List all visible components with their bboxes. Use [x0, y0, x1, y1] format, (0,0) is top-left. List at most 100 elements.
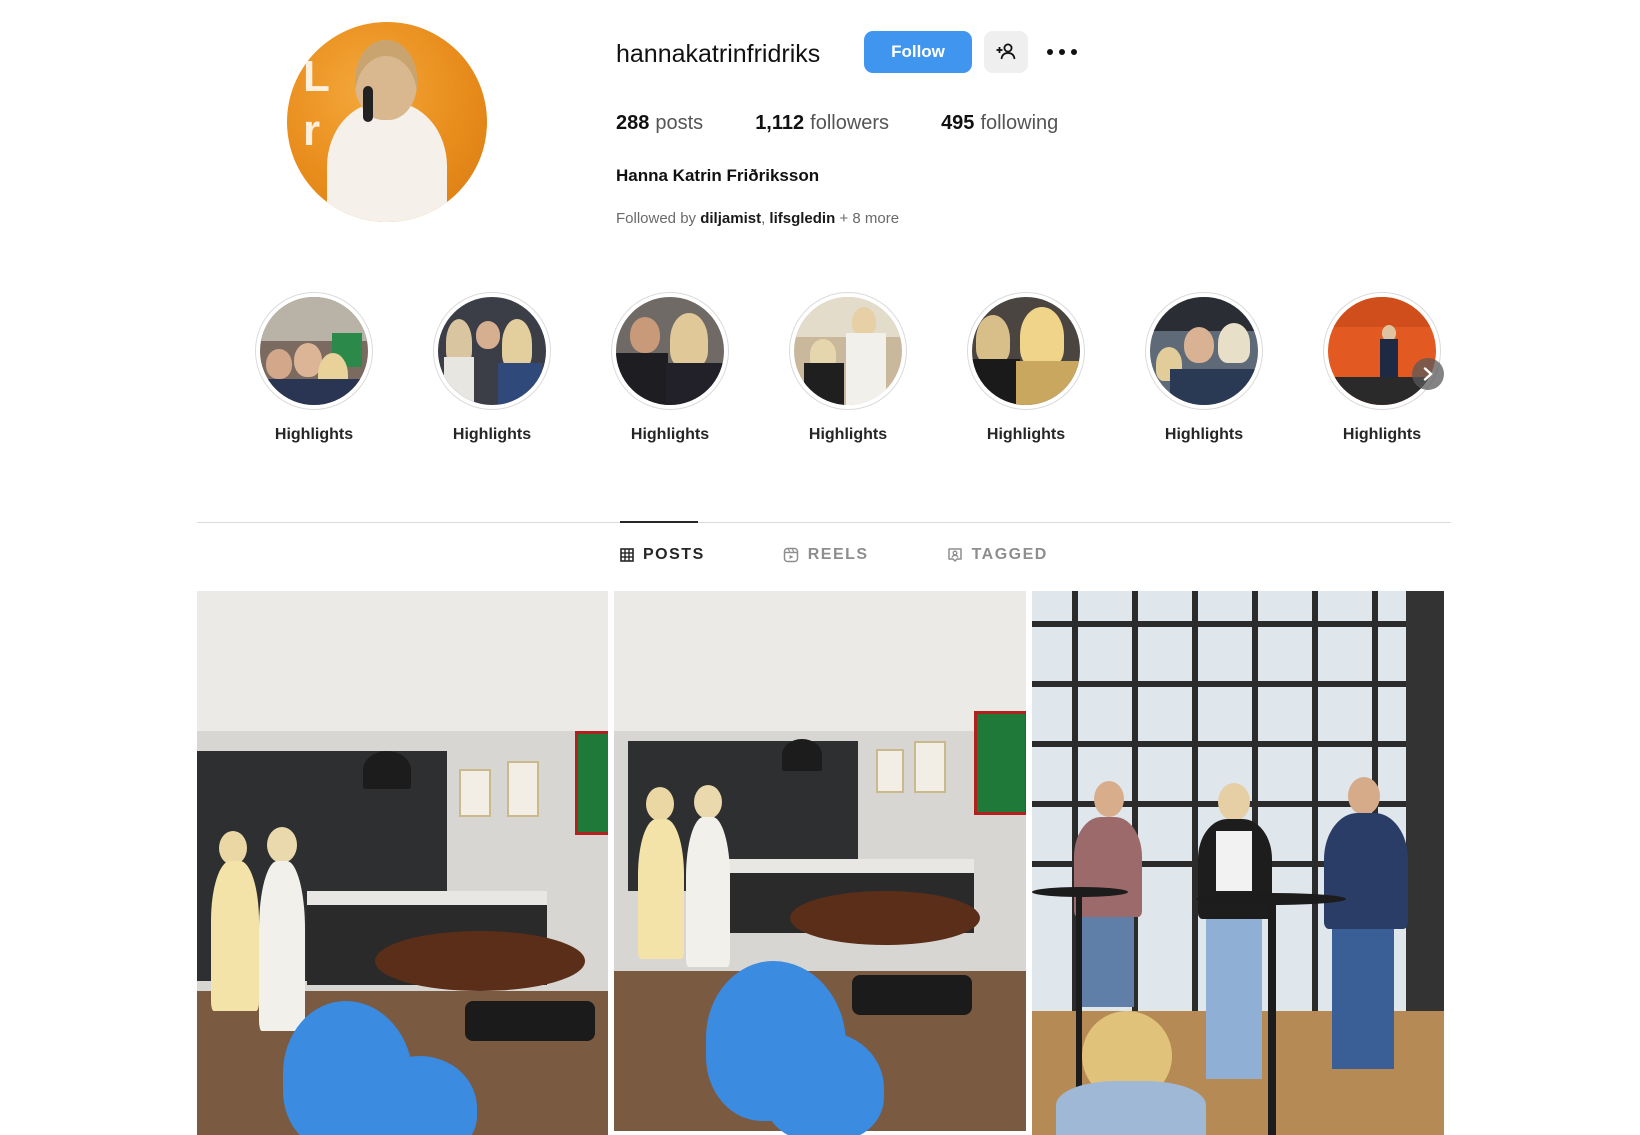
post-scene	[1268, 903, 1276, 1135]
highlight-label: Highlights	[630, 426, 710, 443]
microphone-icon	[363, 86, 373, 122]
profile-full-name: Hanna Katrin Friðriksson	[616, 166, 820, 185]
tab-posts-label: POSTS	[643, 546, 705, 563]
suggest-accounts-button[interactable]	[984, 31, 1028, 73]
highlight-thumbnail	[1150, 297, 1258, 405]
post-scene	[614, 591, 1026, 731]
highlight-label: Highlights	[452, 426, 532, 443]
highlight-ring	[967, 292, 1085, 410]
tab-tagged[interactable]: TAGGED	[947, 546, 1048, 564]
highlight-ring	[433, 292, 551, 410]
highlight-thumbnail	[438, 297, 546, 405]
post-scene	[646, 787, 674, 821]
post-scene	[1406, 591, 1444, 1021]
more-horizontal-icon	[1047, 49, 1077, 55]
post-scene	[782, 739, 822, 771]
highlight-thumbnail	[616, 297, 724, 405]
followed-by-prefix: Followed by	[616, 210, 697, 227]
highlight-thumbnail	[260, 297, 368, 405]
post-scene	[259, 861, 305, 1031]
post-scene	[507, 761, 539, 817]
post-scene	[1332, 929, 1394, 1069]
follow-button[interactable]: Follow	[864, 31, 972, 73]
highlight-item[interactable]: Highlights	[254, 292, 374, 444]
post-thumbnail[interactable]	[197, 591, 608, 1135]
post-scene	[1218, 783, 1250, 821]
post-scene	[686, 817, 730, 967]
post-scene	[1324, 813, 1408, 929]
post-scene	[1056, 1081, 1206, 1135]
post-scene	[465, 1001, 595, 1041]
post-scene	[267, 827, 297, 863]
following-label: following	[980, 112, 1059, 134]
highlight-item[interactable]: Highlights	[432, 292, 552, 444]
followed-by-line[interactable]: Followed by diljamist, lifsgledin + 8 mo…	[616, 210, 899, 227]
post-scene	[638, 819, 684, 959]
profile-stats: 288 posts 1,112 followers 495 following	[616, 112, 1110, 135]
tabs-divider	[197, 522, 1451, 523]
highlights-next-button[interactable]	[1412, 358, 1444, 390]
highlight-item[interactable]: Highlights	[610, 292, 730, 444]
highlight-ring	[255, 292, 373, 410]
post-scene	[876, 749, 904, 793]
post-scene	[1206, 919, 1262, 1079]
post-scene	[724, 859, 974, 873]
highlight-thumbnail	[794, 297, 902, 405]
active-tab-indicator	[620, 521, 698, 523]
highlight-item[interactable]: Highlights	[788, 292, 908, 444]
post-scene	[1032, 741, 1444, 747]
post-scene	[1082, 917, 1134, 1007]
highlight-item[interactable]: Highlights	[966, 292, 1086, 444]
grid-icon	[620, 548, 634, 562]
post-scene	[219, 831, 247, 865]
highlight-label: Highlights	[986, 426, 1066, 443]
post-scene	[375, 931, 585, 991]
post-scene	[1076, 895, 1082, 1115]
tab-posts[interactable]: POSTS	[620, 546, 705, 564]
post-scene	[1032, 681, 1444, 687]
highlights-tray: Highlights Highlights Highlights Highlig…	[254, 292, 1444, 452]
followed-by-more: + 8 more	[839, 210, 900, 227]
post-scene	[211, 861, 259, 1011]
highlight-label: Highlights	[274, 426, 354, 443]
post-scene	[575, 731, 608, 835]
post-scene	[694, 785, 722, 819]
person-add-icon	[996, 43, 1016, 60]
highlight-label: Highlights	[1342, 426, 1422, 443]
highlight-thumbnail	[1328, 297, 1436, 405]
posts-stat: 288 posts	[616, 112, 703, 135]
post-scene	[1032, 621, 1444, 627]
profile-avatar[interactable]: L r	[287, 22, 487, 222]
followers-stat[interactable]: 1,112 followers	[755, 112, 889, 135]
following-count: 495	[941, 112, 975, 134]
post-scene	[1348, 777, 1380, 815]
post-scene	[790, 891, 980, 945]
following-stat[interactable]: 495 following	[941, 112, 1058, 135]
profile-username: hannakatrinfridriks	[616, 40, 821, 68]
highlight-ring	[789, 292, 907, 410]
post-scene	[914, 741, 946, 793]
highlight-item[interactable]: Highlights	[1144, 292, 1264, 444]
highlight-ring	[1323, 292, 1441, 410]
followers-label: followers	[810, 112, 890, 134]
tab-tagged-label: TAGGED	[971, 546, 1048, 563]
post-scene	[363, 751, 411, 789]
avatar-person-body	[327, 102, 447, 222]
tab-reels[interactable]: REELS	[783, 546, 869, 564]
highlight-ring	[1145, 292, 1263, 410]
more-options-button[interactable]	[1040, 31, 1084, 73]
post-thumbnail[interactable]	[614, 591, 1026, 1135]
post-scene	[1216, 831, 1252, 891]
post-scene	[852, 975, 972, 1015]
post-scene	[1094, 781, 1124, 817]
tagged-icon	[947, 548, 962, 562]
post-scene	[974, 711, 1026, 815]
highlight-label: Highlights	[808, 426, 888, 443]
chevron-right-icon	[1423, 367, 1433, 381]
post-thumbnail[interactable]	[1032, 591, 1444, 1135]
post-scene	[1074, 817, 1142, 917]
highlight-label: Highlights	[1164, 426, 1244, 443]
highlight-ring	[611, 292, 729, 410]
post-scene	[197, 591, 608, 731]
posts-count: 288	[616, 112, 650, 134]
